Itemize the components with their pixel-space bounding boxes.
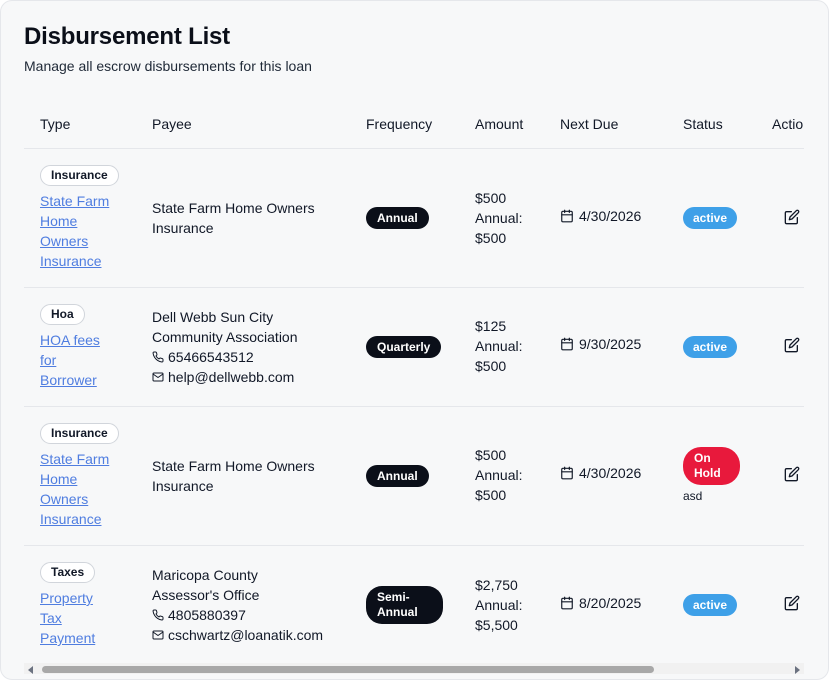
table-row: Taxes Property Tax Payment Maricopa County…: [24, 546, 804, 666]
frequency-badge: Semi- Annual: [366, 586, 443, 624]
next-due-date: 9/30/2025: [560, 336, 641, 352]
column-header-next-due[interactable]: Next Due: [560, 116, 618, 132]
column-header-frequency[interactable]: Frequency: [366, 116, 432, 132]
payee-phone: 65466543512: [152, 347, 352, 367]
table-row: Insurance State Farm Home Owners Insurance …: [24, 149, 804, 288]
column-header-actions[interactable]: Actio: [772, 116, 803, 132]
amount: $125 Annual: $500: [475, 318, 523, 374]
mail-icon: [152, 372, 164, 382]
next-due-date: 4/30/2026: [560, 465, 641, 481]
payee: Dell Webb Sun City Community Association …: [152, 307, 352, 387]
disbursement-link[interactable]: State Farm Home Owners Insurance: [40, 449, 120, 529]
edit-icon[interactable]: [784, 209, 800, 225]
amount: $500 Annual: $500: [475, 190, 523, 246]
next-due-date: 4/30/2026: [560, 208, 641, 224]
disbursement-table: Type Payee Frequency Amount Next Due Sta…: [24, 99, 804, 669]
scrollbar-thumb[interactable]: [42, 666, 654, 673]
disbursement-card: Disbursement List Manage all escrow disb…: [0, 0, 829, 680]
frequency-badge: Quarterly: [366, 336, 442, 358]
payee-email: cschwartz@loanatik.com: [152, 625, 352, 645]
disbursement-link[interactable]: HOA fees for Borrower: [40, 330, 120, 390]
phone-icon: [152, 351, 164, 363]
status-badge-on-hold: On Hold: [683, 447, 740, 485]
status-note: asd: [683, 489, 703, 503]
page-subtitle: Manage all escrow disbursements for this…: [24, 58, 312, 74]
type-badge: Insurance: [40, 165, 119, 186]
calendar-icon: [561, 466, 573, 480]
edit-icon[interactable]: [784, 337, 800, 353]
table-row: Hoa HOA fees for Borrower Dell Webb Sun Ci…: [24, 288, 804, 407]
calendar-icon: [561, 209, 573, 223]
status-badge: active: [683, 207, 738, 229]
type-badge: Insurance: [40, 423, 119, 444]
column-header-amount[interactable]: Amount: [475, 116, 523, 132]
frequency-badge: Annual: [366, 465, 429, 487]
disbursement-link[interactable]: State Farm Home Owners Insurance: [40, 191, 120, 271]
calendar-icon: [561, 337, 573, 351]
next-due-date: 8/20/2025: [560, 595, 641, 611]
mail-icon: [152, 630, 164, 640]
table-header: Type Payee Frequency Amount Next Due Sta…: [24, 99, 804, 149]
payee: State Farm Home Owners Insurance: [152, 458, 315, 494]
edit-icon[interactable]: [784, 595, 800, 611]
payee-phone: 4805880397: [152, 605, 352, 625]
type-badge: Taxes: [40, 562, 96, 583]
type-badge: Hoa: [40, 304, 85, 325]
column-header-type[interactable]: Type: [40, 116, 70, 132]
column-header-status[interactable]: Status: [683, 116, 723, 132]
horizontal-scrollbar[interactable]: [24, 663, 804, 674]
phone-icon: [152, 609, 164, 621]
status-badge: active: [683, 336, 738, 358]
payee: State Farm Home Owners Insurance: [152, 200, 315, 236]
payee-email: help@dellwebb.com: [152, 367, 352, 387]
amount: $500 Annual: $500: [475, 447, 523, 503]
frequency-badge: Annual: [366, 207, 429, 229]
payee: Maricopa County Assessor's Office 4805880…: [152, 565, 352, 645]
table-row: Insurance State Farm Home Owners Insurance …: [24, 407, 804, 546]
status-badge: active: [683, 594, 738, 616]
disbursement-link[interactable]: Property Tax Payment: [40, 588, 120, 648]
amount: $2,750 Annual: $5,500: [475, 577, 523, 633]
column-header-payee[interactable]: Payee: [152, 116, 192, 132]
page-title: Disbursement List: [24, 23, 230, 50]
edit-icon[interactable]: [784, 466, 800, 482]
calendar-icon: [561, 596, 573, 610]
